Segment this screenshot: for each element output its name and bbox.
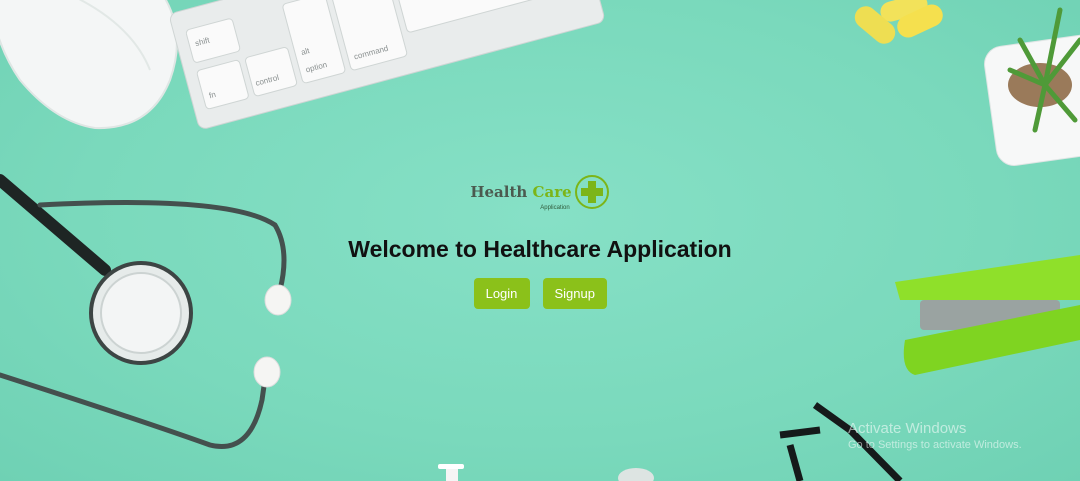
logo-word-care: Care	[532, 182, 572, 201]
logo-word-health: Health	[470, 182, 528, 201]
keyboard-image: shift fn control alt option command	[169, 0, 605, 129]
signup-button[interactable]: Signup	[542, 278, 607, 309]
plant-image	[984, 7, 1080, 166]
logo-subtitle: Application	[540, 204, 570, 211]
medical-cross-icon	[574, 175, 609, 209]
logo-wordmark: Health Care Application	[470, 182, 572, 211]
hero-section: Health Care Application Welcome to Healt…	[0, 170, 1080, 309]
app-logo: Health Care Application	[470, 170, 609, 214]
bottom-tools-image	[438, 464, 654, 481]
pills-image	[854, 0, 943, 44]
watermark-subtitle: Go to Settings to activate Windows.	[848, 439, 1022, 451]
activation-watermark: Activate Windows Go to Settings to activ…	[848, 420, 1022, 451]
watermark-title: Activate Windows	[848, 420, 967, 437]
auth-actions: Login Signup	[473, 278, 607, 309]
login-button[interactable]: Login	[473, 278, 530, 309]
page-title: Welcome to Healthcare Application	[348, 236, 732, 262]
mouse-image	[0, 0, 178, 130]
